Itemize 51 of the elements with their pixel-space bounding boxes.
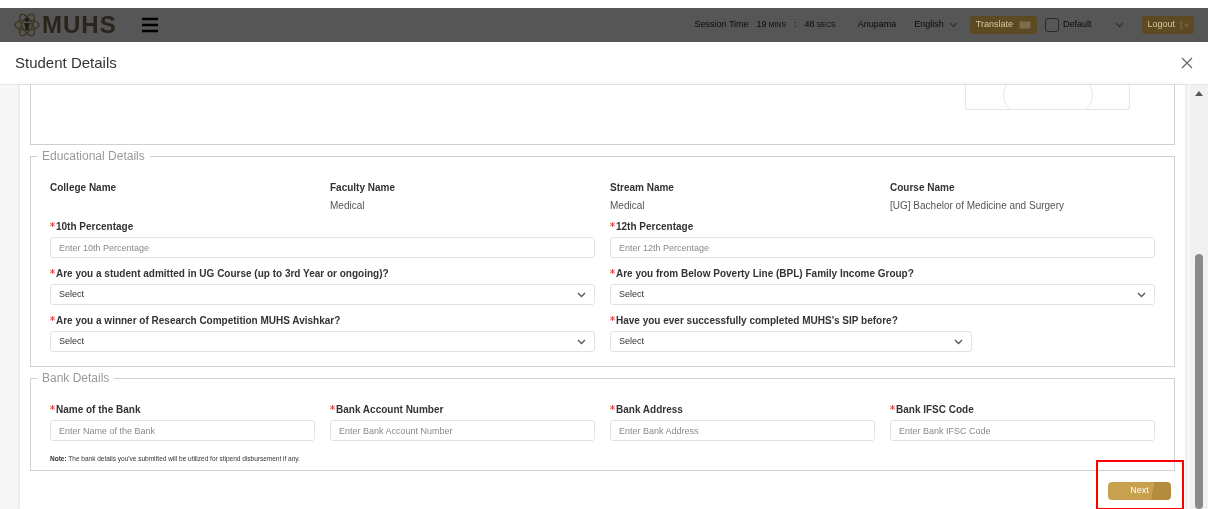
chevron-down-icon [1137, 291, 1146, 298]
info-value: Medical [330, 200, 366, 212]
scroll-up-icon[interactable] [1195, 91, 1203, 96]
field-label: Bank Address [610, 404, 875, 416]
close-icon[interactable] [1181, 57, 1193, 69]
info-label: Course Name [890, 182, 956, 194]
select-dropdown[interactable]: Select [610, 331, 972, 352]
field-label: Are you a winner of Research Competition MUHS Avishkar? [50, 315, 595, 327]
chevron-down-icon [954, 338, 963, 345]
atom-logo-icon [14, 13, 40, 37]
field-label: Name of the Bank [50, 404, 315, 416]
input-field[interactable]: Enter Bank Account Number [330, 420, 595, 441]
section-legend: Bank Details [37, 369, 115, 387]
input-field[interactable]: Enter Name of the Bank [50, 420, 315, 441]
scroll-thumb[interactable] [1195, 254, 1203, 509]
input-field[interactable]: Enter Bank IFSC Code [890, 420, 1155, 441]
field-label: Bank IFSC Code [890, 404, 1155, 416]
chevron-down-icon [948, 22, 958, 28]
logout-button[interactable]: Logout [1142, 16, 1194, 34]
input-field[interactable]: Enter 10th Percentage [50, 237, 595, 258]
select-dropdown[interactable]: Select [50, 284, 595, 305]
field-label: Have you ever successfully completed MUHS's SIP before? [610, 315, 1155, 327]
select-dropdown[interactable]: Select [50, 331, 595, 352]
input-field[interactable]: Enter 12th Percentage [610, 237, 1155, 258]
input-field[interactable]: Enter Bank Address [610, 420, 875, 441]
translate-button[interactable]: Translate [969, 16, 1037, 34]
field-label: 10th Percentage [50, 221, 595, 233]
theme-checkbox[interactable] [1044, 18, 1059, 32]
user-name: Anupama [857, 18, 897, 32]
info-label: Stream Name [610, 182, 675, 194]
modal-title: Student Details [15, 52, 117, 73]
logout-icon [1180, 21, 1189, 29]
field-label: Are you from Below Poverty Line (BPL) Family Income Group? [610, 268, 1155, 280]
theme-label: Default [1062, 18, 1092, 32]
chevron-down-icon [1115, 22, 1125, 28]
chevron-down-icon [577, 291, 586, 298]
field-label: Are you a student admitted in UG Course (up to 3rd Year or ongoing)? [50, 268, 595, 280]
select-dropdown[interactable]: Select [610, 284, 1155, 305]
field-label: Bank Account Number [330, 404, 595, 416]
section-legend: Educational Details [37, 147, 150, 165]
info-label: Faculty Name [330, 182, 397, 194]
info-label: College Name [50, 182, 118, 194]
logo-text: MUHS [42, 10, 117, 40]
field-label: 12th Percentage [610, 221, 1155, 233]
translate-icon [1018, 21, 1031, 29]
session-label: Session Time [694, 18, 749, 32]
time-separator: : [794, 18, 797, 32]
chevron-down-icon [577, 338, 586, 345]
info-value: Medical [610, 200, 646, 212]
menu-icon[interactable] [140, 17, 159, 33]
info-value: [UG] Bachelor of Medicine and Surgery [890, 200, 1065, 212]
